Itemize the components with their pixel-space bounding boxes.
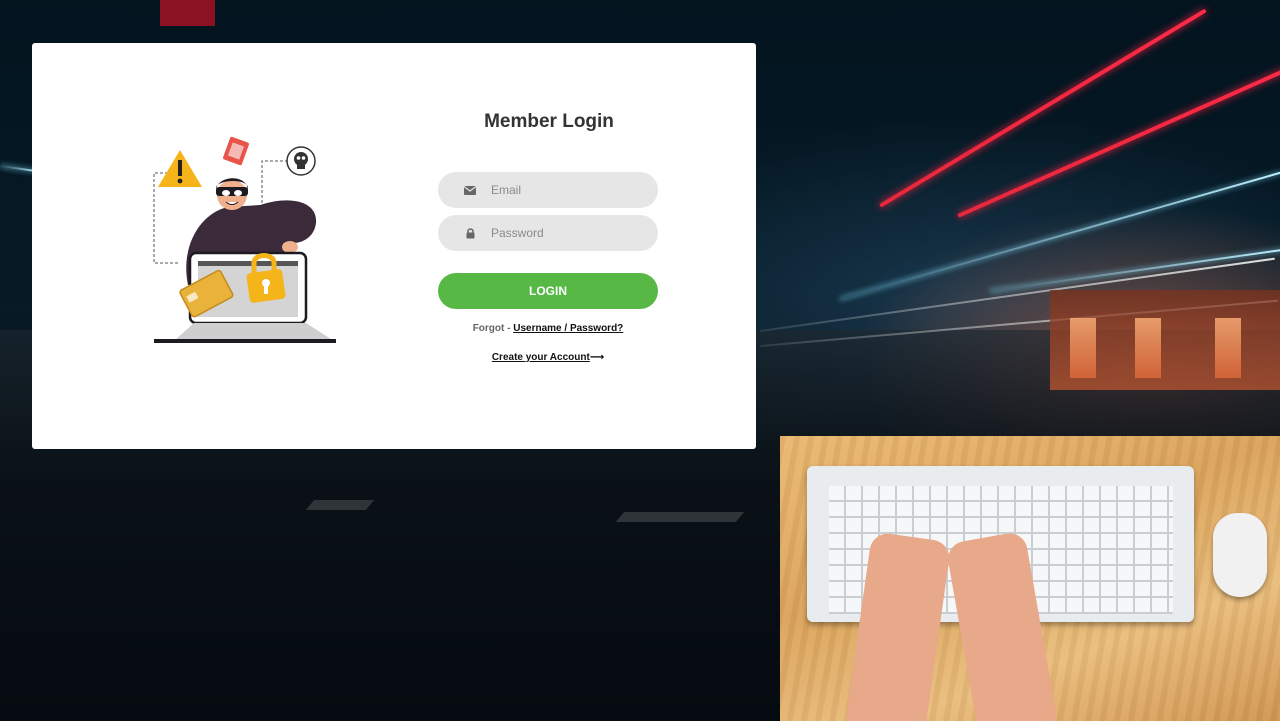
arrow-right-icon: ⟶ [589,352,605,363]
mouse-image [1213,513,1267,597]
keyboard-typing-photo [780,436,1280,721]
envelope-icon [463,183,477,197]
forgot-credentials-link[interactable]: Username / Password? [513,323,623,334]
hacker-illustration [153,136,336,343]
email-field-wrapper[interactable] [438,172,658,208]
email-field[interactable] [489,182,658,198]
password-field-wrapper[interactable] [438,215,658,251]
password-field[interactable] [489,225,658,241]
create-account-link[interactable]: Create your Account [492,352,590,363]
lock-icon [463,226,477,240]
skull-icon [286,146,316,176]
page-title: Member Login [484,111,614,132]
alert-card-icon [223,136,249,166]
create-account: Create your Account⟶ [438,352,658,363]
warning-icon [158,150,202,187]
forgot-prefix: Forgot - [472,323,514,334]
login-card: Member Login LOGIN Forgot - Username / P… [32,43,756,449]
login-button[interactable]: LOGIN [438,273,658,309]
forgot-text: Forgot - Username / Password? [438,323,658,334]
